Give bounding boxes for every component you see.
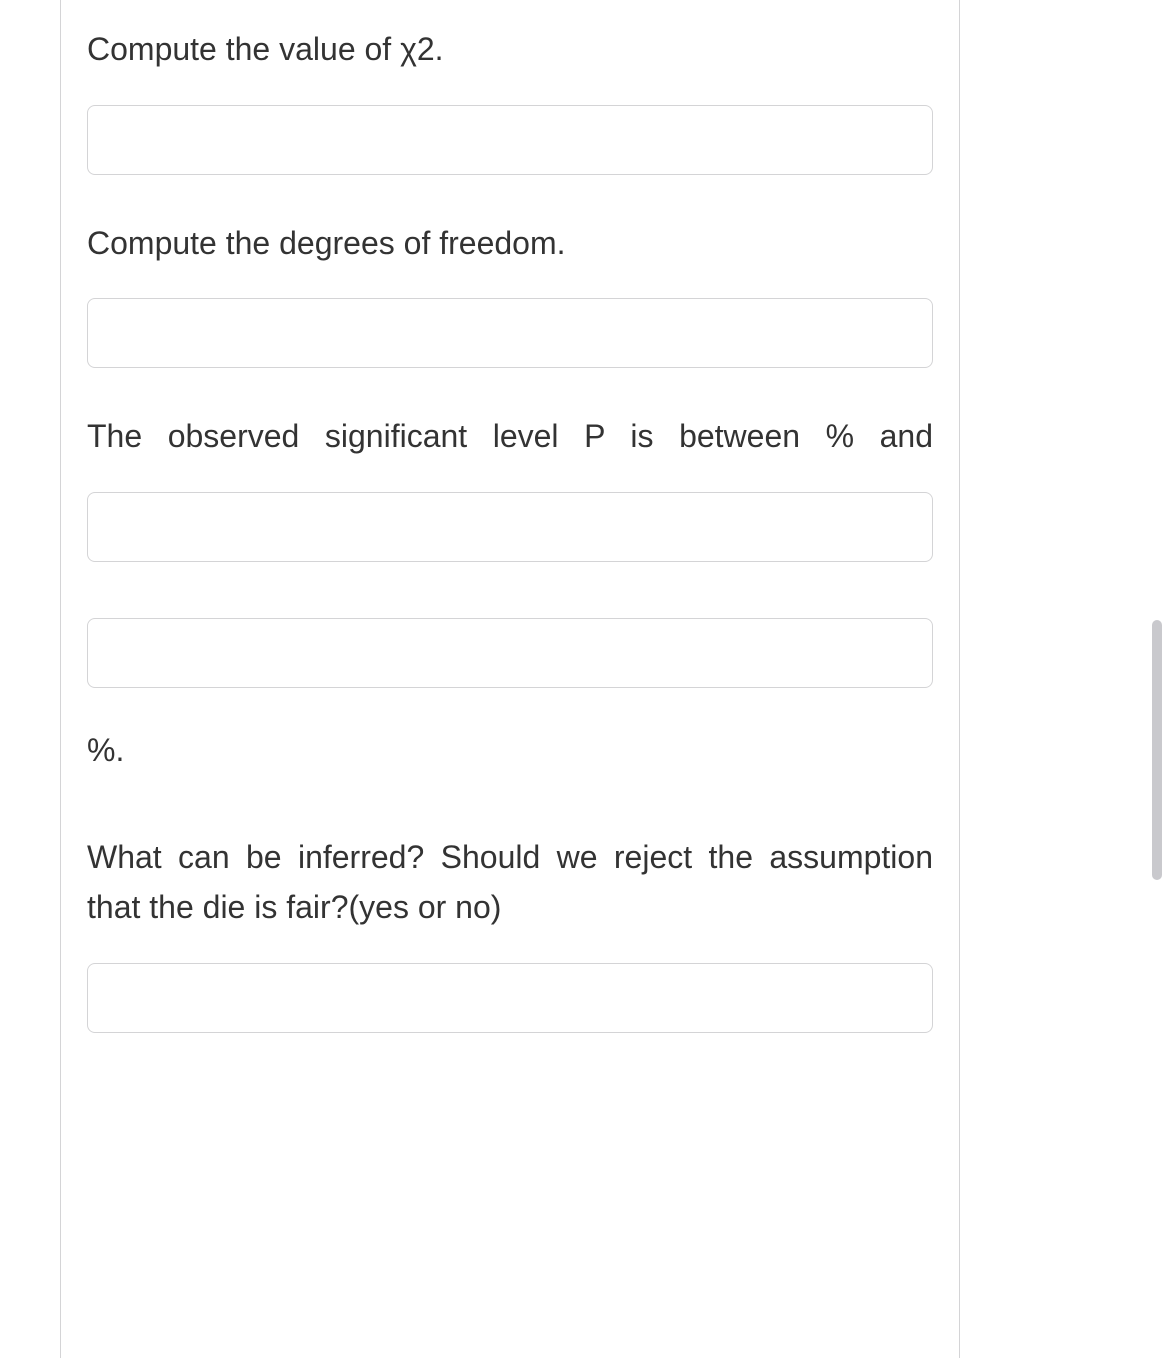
question-4-input[interactable] (87, 963, 933, 1033)
scrollbar-track[interactable] (1147, 0, 1165, 1358)
question-3-input-b[interactable] (87, 618, 933, 688)
question-content: Compute the value of χ2. Compute the deg… (87, 25, 933, 1077)
question-card: Compute the value of χ2. Compute the deg… (60, 0, 960, 1358)
question-3-prompt-line: The observed significant level P is betw… (87, 412, 933, 462)
scrollbar-thumb[interactable] (1152, 620, 1162, 880)
question-2-input[interactable] (87, 298, 933, 368)
question-2-prompt: Compute the degrees of freedom. (87, 219, 933, 269)
question-1-prompt: Compute the value of χ2. (87, 25, 933, 75)
question-4-prompt: What can be inferred? Should we reject t… (87, 833, 933, 932)
spacer (87, 606, 933, 618)
question-3-input-a[interactable] (87, 492, 933, 562)
question-3-tail: %. (87, 726, 933, 776)
question-1-input[interactable] (87, 105, 933, 175)
page-wrap: Compute the value of χ2. Compute the deg… (0, 0, 1165, 1358)
